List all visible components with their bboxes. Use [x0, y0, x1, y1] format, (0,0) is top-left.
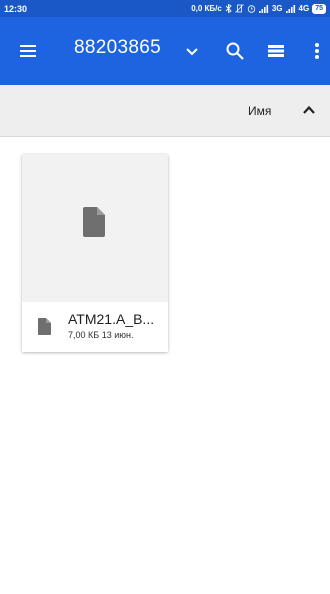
- file-meta: 7,00 КБ 13 июн.: [68, 330, 133, 340]
- signal-icon-1: [258, 4, 268, 13]
- file-type-icon: [38, 318, 51, 335]
- network-speed: 0,0 КБ/с: [191, 4, 222, 13]
- file-date: 13 июн.: [101, 330, 134, 340]
- bluetooth-icon: [225, 4, 232, 13]
- arrow-up-icon[interactable]: [300, 101, 318, 119]
- menu-icon[interactable]: [18, 41, 38, 61]
- file-grid: ATM21.A_B... 7,00 КБ 13 июн.: [0, 138, 330, 594]
- file-card-footer: ATM21.A_B... 7,00 КБ 13 июн.: [22, 302, 168, 352]
- sort-bar: Имя: [0, 85, 330, 137]
- search-icon[interactable]: [224, 40, 246, 62]
- list-view-icon[interactable]: [265, 40, 287, 62]
- file-name: ATM21.A_B...: [68, 311, 155, 327]
- vibrate-off-icon: [235, 4, 244, 13]
- chevron-down-icon[interactable]: [182, 41, 202, 61]
- battery-icon: 75: [312, 3, 326, 14]
- file-icon: [83, 207, 105, 237]
- folder-title[interactable]: 88203865: [74, 37, 161, 59]
- sort-by-name-button[interactable]: Имя: [248, 104, 271, 118]
- status-indicators: 0,0 КБ/с 3G 4G 75: [191, 3, 326, 14]
- status-time: 12:30: [4, 3, 28, 14]
- network-type-1: 3G: [271, 4, 283, 13]
- file-thumbnail: [22, 154, 168, 302]
- network-type-2: 4G: [298, 4, 310, 13]
- alarm-icon: [247, 5, 256, 13]
- file-size: 7,00 КБ: [68, 330, 100, 340]
- more-vert-icon[interactable]: [311, 40, 323, 62]
- status-bar: 12:30 0,0 КБ/с 3G 4G 75: [0, 0, 330, 17]
- signal-icon-2: [285, 4, 295, 13]
- file-card[interactable]: ATM21.A_B... 7,00 КБ 13 июн.: [22, 154, 168, 352]
- app-bar: 88203865: [0, 17, 330, 85]
